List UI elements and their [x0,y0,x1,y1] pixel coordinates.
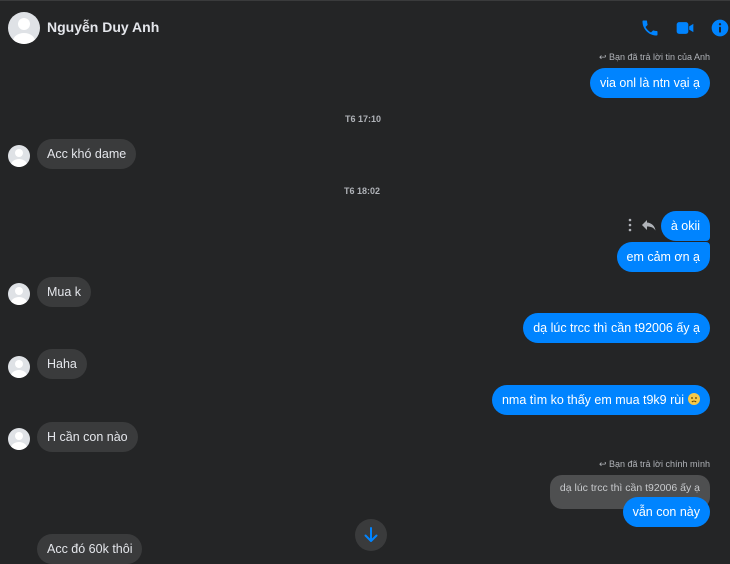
scroll-to-bottom-button[interactable] [355,519,387,551]
phone-icon[interactable] [640,18,660,38]
sender-avatar [8,283,30,305]
video-call-icon[interactable] [675,18,695,38]
outgoing-message[interactable]: nma tìm ko thấy em mua t9k9 rùi [491,385,710,415]
outgoing-message[interactable]: dạ lúc trcc thì cần t92006 ấy ạ [523,313,710,343]
contact-avatar[interactable] [8,12,40,44]
incoming-message[interactable]: Mua k [37,277,92,307]
incoming-message[interactable]: Acc đó 60k thôi [37,534,143,564]
sender-avatar [8,356,30,378]
timestamp: T6 17:10 [345,114,382,124]
chat-header: Nguyễn Duy Anh [0,0,730,51]
info-icon[interactable] [710,18,730,38]
outgoing-message[interactable]: via onl là ntn vại ạ [589,68,710,98]
timestamp: T6 18:02 [344,186,381,196]
reply-note: ↩ Bạn đã trả lời chính mình [598,459,710,469]
arrow-down-icon [364,527,378,542]
incoming-message[interactable]: H cần con nào [37,422,138,452]
reply-arrow-icon: ↩ [598,459,607,469]
incoming-message[interactable]: Haha [37,349,87,379]
incoming-message[interactable]: Acc khó dame [37,139,137,169]
sad-face-emoji-icon [688,393,700,405]
sender-avatar [8,428,30,450]
more-options-icon[interactable] [626,218,634,232]
outgoing-message[interactable]: vẫn con này [622,497,710,527]
outgoing-message[interactable]: à okii [660,211,710,241]
message-text: nma tìm ko thấy em mua t9k9 rùi [501,393,684,407]
sender-avatar [8,145,30,167]
outgoing-message[interactable]: em cảm ơn ạ [616,242,710,272]
reply-icon[interactable] [641,218,657,232]
reply-note: ↩ Bạn đã trả lời tin của Anh [598,52,710,62]
reply-arrow-icon: ↩ [598,52,607,62]
contact-name[interactable]: Nguyễn Duy Anh [47,19,159,35]
